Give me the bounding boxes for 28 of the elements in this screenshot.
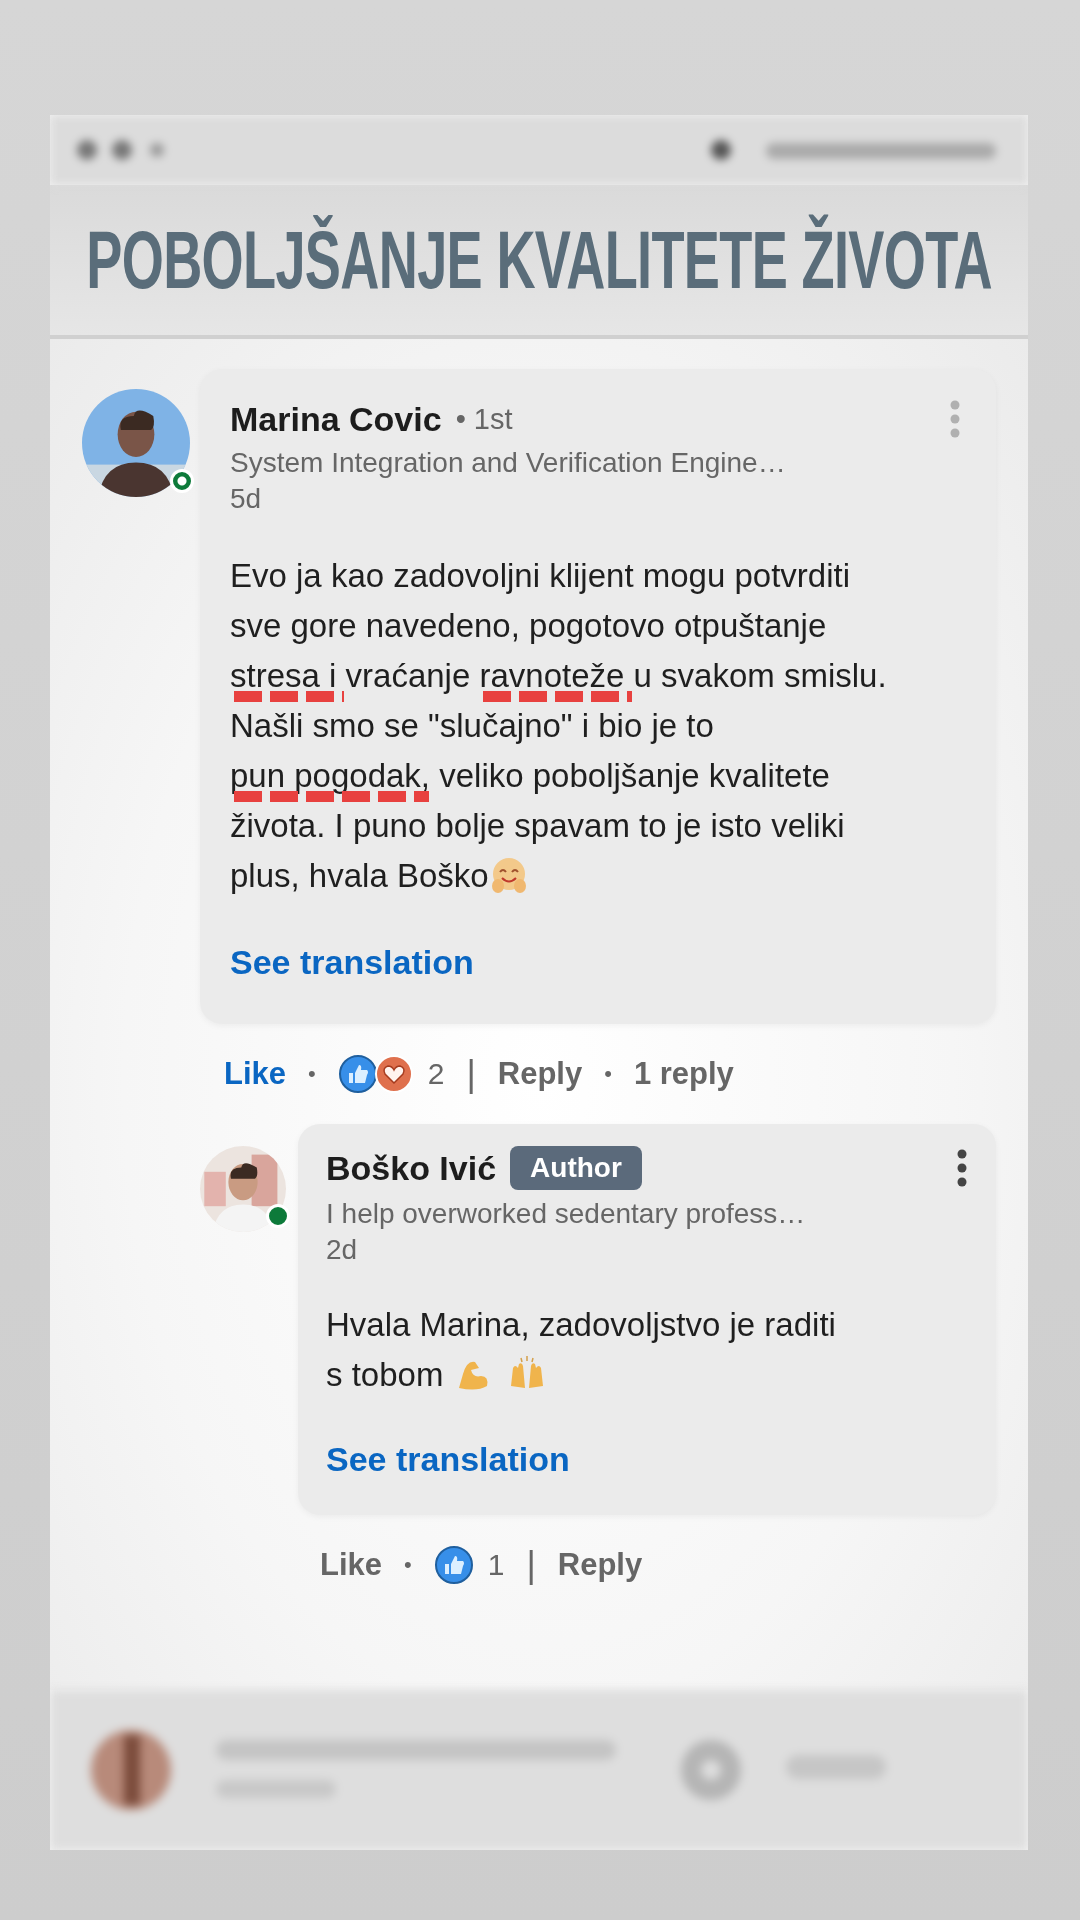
thumbs-up-icon bbox=[337, 1054, 378, 1094]
bullet-glyph: • bbox=[604, 1061, 612, 1087]
separator-glyph: | bbox=[466, 1053, 476, 1095]
author-name[interactable]: Boško Ivić bbox=[326, 1148, 497, 1188]
bullet-glyph: • bbox=[404, 1552, 412, 1578]
author-name[interactable]: Marina Covic bbox=[230, 399, 442, 439]
comment-time: 2d bbox=[326, 1234, 359, 1266]
see-translation-link[interactable]: See translation bbox=[230, 943, 474, 982]
like-button[interactable]: Like bbox=[320, 1547, 383, 1583]
page-title: POBOLJŠANJE KVALITETE ŽIVOTA bbox=[86, 213, 992, 307]
comment-text: Hvala Marina, zadovoljstvo je raditi s tobom bbox=[326, 1305, 837, 1396]
thumbs-up-icon bbox=[433, 1545, 474, 1585]
see-translation-link[interactable]: See translation bbox=[326, 1440, 570, 1479]
reply-link[interactable]: 1 reply bbox=[633, 1056, 734, 1092]
separator-glyph: | bbox=[526, 1544, 536, 1586]
reaction-count: 2 bbox=[427, 1057, 445, 1091]
comment-text: Evo ja kao zadovoljni klijent mogu potvrditi sve gore navedeno, pogotovo otpuštanje stresa i vraćanje ravnoteže u svakom smislu. Našli smo se "slučajno" i bio je to pun pogodak, veliko poboljšanje kvalitete života. I puno bolje spavam to je isto veliki plus, hvala Boško bbox=[230, 556, 888, 897]
author-badge: Author bbox=[510, 1146, 642, 1190]
author-headline: I help overworked sedentary profess… bbox=[326, 1198, 807, 1230]
connection-degree: • 1st bbox=[455, 402, 513, 436]
reply-link[interactable]: Reply bbox=[497, 1056, 583, 1092]
author-headline: System Integration and Verification Engine… bbox=[230, 447, 787, 479]
like-button[interactable]: Like bbox=[224, 1056, 287, 1092]
more-options-icon[interactable] bbox=[956, 1148, 968, 1188]
bullet-glyph: • bbox=[308, 1061, 316, 1087]
comment-time: 5d bbox=[230, 483, 263, 515]
reply-link[interactable]: Reply bbox=[557, 1547, 643, 1583]
reaction-count: 1 bbox=[487, 1548, 505, 1582]
